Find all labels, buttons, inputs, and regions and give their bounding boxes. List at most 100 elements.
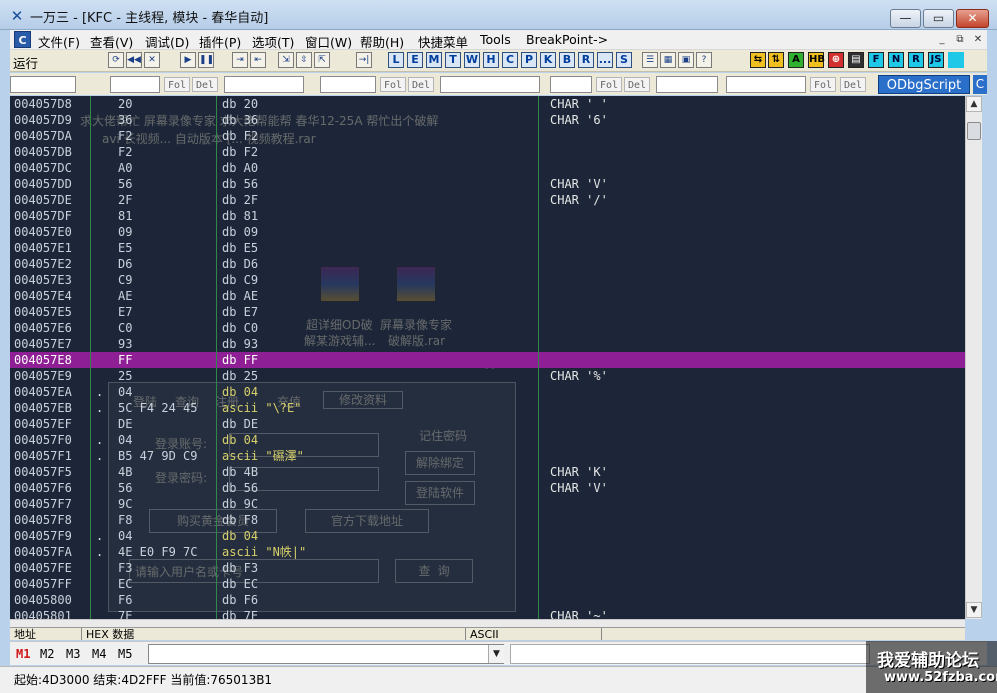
menu-quick[interactable]: 快捷菜单 xyxy=(418,32,468,51)
menu-debug[interactable]: 调试(D) xyxy=(145,32,189,51)
follow-button[interactable]: Fol xyxy=(164,77,191,92)
plugin-button[interactable]: R xyxy=(908,52,924,68)
dump-pane[interactable]: 求大佬帮忙 屏幕录像专家 求大佬帮能帮 春华12-25A 帮忙出个破解 avi … xyxy=(10,96,965,619)
follow-button[interactable]: Fol xyxy=(380,77,407,92)
run-trace-window-button[interactable]: ... xyxy=(597,52,613,68)
open-icon[interactable]: ⟳ xyxy=(108,52,124,68)
command-input[interactable] xyxy=(110,76,160,93)
dump-row[interactable]: 004057F1. B5 47 9D C9 ascii "礘澤" xyxy=(10,448,965,464)
goto-icon[interactable]: →| xyxy=(356,52,372,68)
references-window-button[interactable]: R xyxy=(578,52,594,68)
threads-window-button[interactable]: T xyxy=(445,52,461,68)
appearance-icon[interactable]: ▣ xyxy=(678,52,694,68)
follow-button[interactable]: Fol xyxy=(596,77,623,92)
marker-m2[interactable]: M2 xyxy=(40,647,54,661)
plugin-button[interactable]: ⇆ xyxy=(750,52,766,68)
mdi-restore-icon[interactable]: ⧉ xyxy=(952,32,968,47)
plugin-button[interactable]: ▤ xyxy=(848,52,864,68)
delete-button[interactable]: Del xyxy=(624,77,651,92)
trace-into-icon[interactable]: ⇲ xyxy=(278,52,294,68)
marker-m3[interactable]: M3 xyxy=(66,647,80,661)
dump-row[interactable]: 004057DB F2 db F2 xyxy=(10,144,965,160)
menu-file[interactable]: 文件(F) xyxy=(38,32,80,51)
execute-till-return-icon[interactable]: ⇱ xyxy=(314,52,330,68)
dump-row[interactable]: 004057E2 D6 db D6 xyxy=(10,256,965,272)
expression-result-field[interactable] xyxy=(510,644,870,664)
memory-window-button[interactable]: M xyxy=(426,52,442,68)
step-over-icon[interactable]: ⇤ xyxy=(250,52,266,68)
menu-tools[interactable]: Tools xyxy=(480,32,511,47)
dump-row[interactable]: 004057D9 36 db 36 CHAR '6' xyxy=(10,112,965,128)
vertical-scrollbar[interactable]: ▲ ▼ xyxy=(965,96,982,619)
menu-help[interactable]: 帮助(H) xyxy=(360,32,404,51)
command-input[interactable] xyxy=(10,76,76,93)
dump-row[interactable]: 004057FF EC db EC xyxy=(10,576,965,592)
dump-row[interactable]: 004057F6 56 db 56 CHAR 'V' xyxy=(10,480,965,496)
plugin-button[interactable]: N xyxy=(888,52,904,68)
marker-m4[interactable]: M4 xyxy=(92,647,106,661)
dump-row[interactable]: 004057DA F2 db F2 xyxy=(10,128,965,144)
cmdbar-overflow-button[interactable]: C xyxy=(973,75,987,94)
follow-button[interactable]: Fol xyxy=(810,77,837,92)
plugin-button[interactable]: JS xyxy=(928,52,944,68)
dump-row[interactable]: 004057F8 F8 db F8 xyxy=(10,512,965,528)
dump-row[interactable]: 004057E4 AE db AE xyxy=(10,288,965,304)
trace-over-icon[interactable]: ⇳ xyxy=(296,52,312,68)
dump-row[interactable]: 004057EB. 5C F4 24 45 ascii "\?E" xyxy=(10,400,965,416)
dump-row[interactable]: 004057DD 56 db 56 CHAR 'V' xyxy=(10,176,965,192)
chevron-down-icon[interactable]: ▼ xyxy=(488,645,504,663)
dump-row[interactable]: 004057E7 93 db 93 xyxy=(10,336,965,352)
dump-row[interactable]: 004057F9. 04 db 04 xyxy=(10,528,965,544)
delete-button[interactable]: Del xyxy=(408,77,435,92)
command-input[interactable] xyxy=(550,76,592,93)
log-window-button[interactable]: L xyxy=(388,52,404,68)
dump-row[interactable]: 004057EA. 04 db 04 xyxy=(10,384,965,400)
plugin-button[interactable]: A xyxy=(788,52,804,68)
menu-view[interactable]: 查看(V) xyxy=(90,32,133,51)
dump-row[interactable]: 004057E0 09 db 09 xyxy=(10,224,965,240)
options-icon[interactable]: ▦ xyxy=(660,52,676,68)
dump-row[interactable]: 00405800 F6 db F6 xyxy=(10,592,965,608)
dump-row[interactable]: 004057FE F3 db F3 xyxy=(10,560,965,576)
dump-row[interactable]: 004057E5 E7 db E7 xyxy=(10,304,965,320)
marker-m5[interactable]: M5 xyxy=(118,647,132,661)
mdi-minimize-icon[interactable]: _ xyxy=(934,32,950,47)
dump-row[interactable]: 004057DC A0 db A0 xyxy=(10,160,965,176)
list-icon[interactable]: ☰ xyxy=(642,52,658,68)
patches-window-button[interactable]: P xyxy=(521,52,537,68)
column-header-hex[interactable]: HEX 数据 xyxy=(82,628,466,640)
delete-button[interactable]: Del xyxy=(192,77,219,92)
close-button[interactable]: ✕ xyxy=(956,9,989,28)
dump-row[interactable]: 004057EF DE db DE xyxy=(10,416,965,432)
window-titlebar[interactable]: ✕ 一万三 - [KFC - 主线程, 模块 - 春华自动] — ▭ ✕ xyxy=(0,0,997,30)
column-header-address[interactable]: 地址 xyxy=(10,628,82,640)
breakpoints-window-button[interactable]: B xyxy=(559,52,575,68)
odbgscript-button[interactable]: ODbgScript xyxy=(878,75,970,94)
source-window-button[interactable]: S xyxy=(616,52,632,68)
menu-breakpoint[interactable]: BreakPoint-> xyxy=(526,32,608,47)
minimize-button[interactable]: — xyxy=(890,9,921,28)
handles-window-button[interactable]: H xyxy=(483,52,499,68)
menu-options[interactable]: 选项(T) xyxy=(252,32,294,51)
plugin-button[interactable]: F xyxy=(868,52,884,68)
dump-row[interactable]: 004057E8 FF db FF xyxy=(10,352,965,368)
menu-window[interactable]: 窗口(W) xyxy=(305,32,352,51)
command-input[interactable] xyxy=(320,76,376,93)
scroll-down-arrow-icon[interactable]: ▼ xyxy=(966,602,982,618)
help-icon[interactable]: ? xyxy=(696,52,712,68)
dump-row[interactable]: 004057E6 C0 db C0 xyxy=(10,320,965,336)
menu-plugins[interactable]: 插件(P) xyxy=(199,32,241,51)
command-input[interactable] xyxy=(440,76,540,93)
command-input[interactable] xyxy=(224,76,304,93)
column-header-ascii[interactable]: ASCII xyxy=(466,628,602,640)
dump-row[interactable]: 004057F7 9C db 9C xyxy=(10,496,965,512)
dump-row[interactable]: 004057E1 E5 db E5 xyxy=(10,240,965,256)
dump-row[interactable]: 004057F0. 04 db 04 xyxy=(10,432,965,448)
stop-icon[interactable]: ✕ xyxy=(144,52,160,68)
delete-button[interactable]: Del xyxy=(840,77,867,92)
cpu-window-button[interactable]: C xyxy=(502,52,518,68)
windows-window-button[interactable]: W xyxy=(464,52,480,68)
dump-row[interactable]: 004057F5 4B db 4B CHAR 'K' xyxy=(10,464,965,480)
dump-row[interactable]: 004057E3 C9 db C9 xyxy=(10,272,965,288)
plugin-button[interactable]: ⊕ xyxy=(828,52,844,68)
